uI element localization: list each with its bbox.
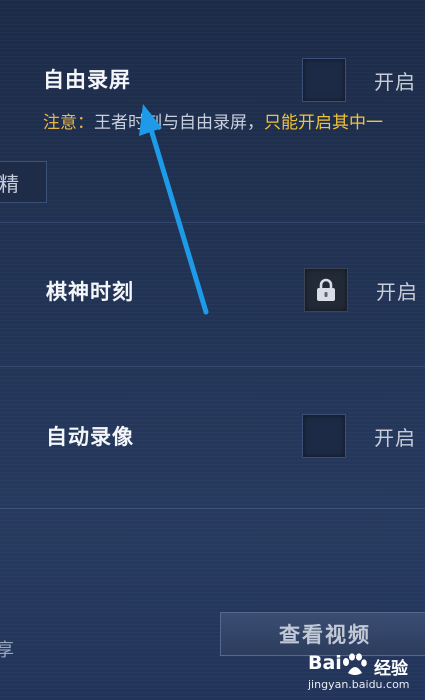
watermark-brand-left: Bai	[308, 652, 342, 674]
annotation-arrow-icon	[139, 104, 209, 315]
baidu-watermark: Bai 经验 jingyan.baidu.com	[308, 652, 418, 696]
watermark-brand-right: 经验	[374, 659, 408, 679]
watermark-url: jingyan.baidu.com	[308, 678, 410, 691]
baidu-paw-icon	[343, 653, 367, 675]
